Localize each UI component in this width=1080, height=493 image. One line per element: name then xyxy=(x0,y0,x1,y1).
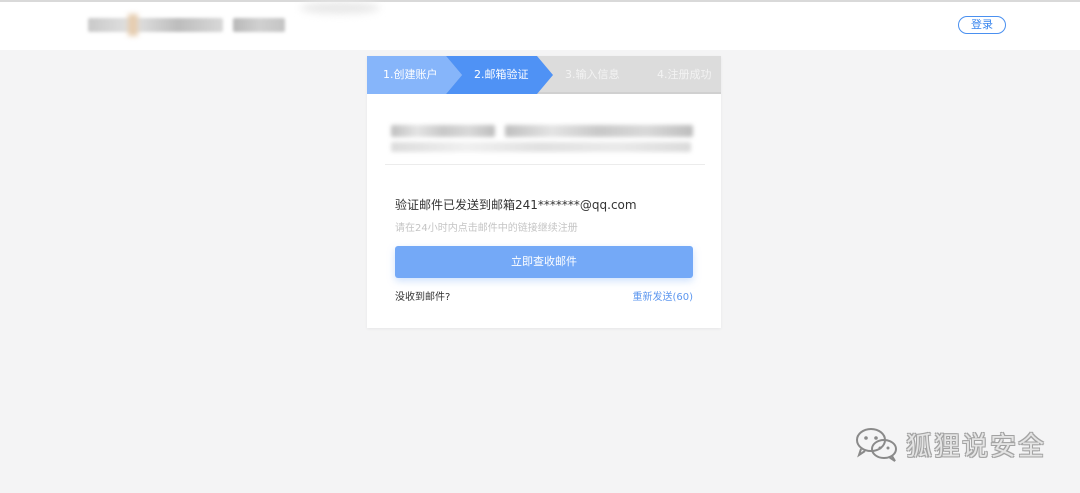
top-header: 登录 xyxy=(0,0,1080,50)
blurred-notice-1 xyxy=(391,125,495,137)
step-progress-bar: 1.创建账户 2.邮箱验证 3.输入信息 4.注册成功 xyxy=(367,56,721,94)
watermark-text: 狐狸说安全 xyxy=(906,431,1047,462)
verify-hint: 请在24小时内点击邮件中的链接继续注册 xyxy=(395,223,578,234)
login-button[interactable]: 登录 xyxy=(958,16,1006,34)
email-sent-message: 验证邮件已发送到邮箱241*******@qq.com xyxy=(395,198,637,212)
divider xyxy=(385,164,705,165)
step-1-label: 1.创建账户 xyxy=(383,68,438,81)
watermark: 狐狸说安全 xyxy=(852,424,1046,464)
check-email-button[interactable]: 立即查收邮件 xyxy=(395,246,693,278)
step-2-label: 2.邮箱验证 xyxy=(474,68,529,81)
step-3-label: 3.输入信息 xyxy=(565,68,620,81)
site-logo-blurred xyxy=(88,18,223,32)
blurred-notice-3 xyxy=(391,142,691,152)
header-smudge xyxy=(300,2,380,14)
no-mail-text: 没收到邮件? xyxy=(395,292,451,303)
registration-card: 1.创建账户 2.邮箱验证 3.输入信息 4.注册成功 验证邮件已发送到邮箱24… xyxy=(367,56,721,328)
blurred-notice-2 xyxy=(505,125,693,137)
step-4-label: 4.注册成功 xyxy=(657,68,712,81)
wechat-icon xyxy=(856,428,897,462)
resend-link[interactable]: 重新发送(60) xyxy=(632,288,693,303)
site-name-blurred xyxy=(233,18,285,32)
